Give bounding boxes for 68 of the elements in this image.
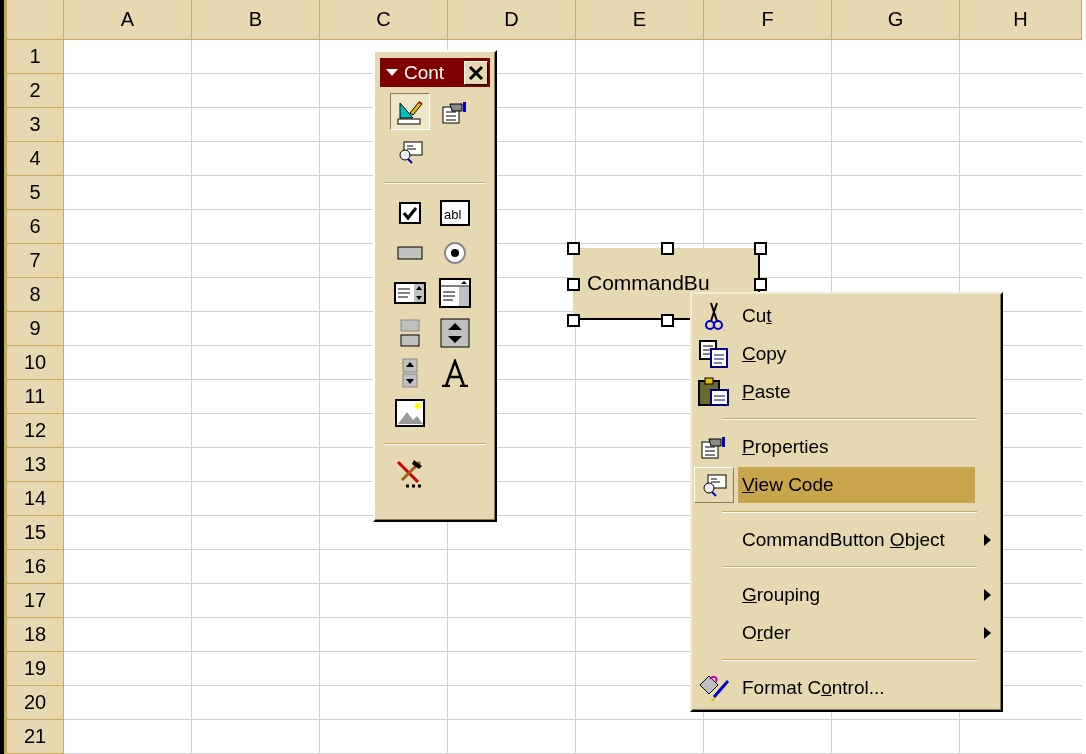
menu-item[interactable]: CommandButton Object (738, 522, 975, 558)
row-header[interactable]: 19 (7, 652, 64, 686)
column-header[interactable]: B (192, 0, 320, 40)
resize-handle[interactable] (661, 242, 674, 255)
row-header[interactable]: 12 (7, 414, 64, 448)
row-header[interactable]: 5 (7, 176, 64, 210)
menu-item[interactable]: Order (738, 615, 975, 651)
magnifier-form-icon (701, 472, 727, 498)
column-header[interactable]: A (64, 0, 192, 40)
resize-handle[interactable] (754, 278, 767, 291)
row-header[interactable]: 7 (7, 244, 64, 278)
icon-caption: abl (444, 206, 462, 222)
clipboard-icon (698, 377, 730, 407)
row-header[interactable]: 20 (7, 686, 64, 720)
combo-box-icon (439, 277, 471, 308)
resize-handle[interactable] (661, 314, 674, 327)
paint-brush-icon (698, 673, 730, 703)
close-icon (468, 64, 484, 81)
row-header[interactable]: 15 (7, 516, 64, 550)
column-header[interactable]: E (576, 0, 704, 40)
menu-item[interactable]: Copy (738, 336, 975, 372)
toolbar-title: Cont (404, 61, 445, 84)
ruler-pencil-icon (397, 98, 423, 125)
row-header[interactable]: 1 (7, 40, 64, 74)
row-header[interactable]: 11 (7, 380, 64, 414)
row-header[interactable]: 14 (7, 482, 64, 516)
letter-a-icon (440, 358, 470, 387)
resize-handle[interactable] (754, 242, 767, 255)
push-button-icon (397, 245, 423, 260)
column-header[interactable]: H (960, 0, 1082, 40)
menu-item[interactable]: Paste (738, 374, 975, 410)
menu-item[interactable]: Format Control... (738, 670, 975, 706)
toolbox-button[interactable]: abl (435, 194, 475, 231)
row-header[interactable]: 10 (7, 346, 64, 380)
row-header[interactable]: 3 (7, 108, 64, 142)
row-header[interactable]: 6 (7, 210, 64, 244)
checkbox-icon (399, 201, 421, 224)
scroll-bar-icon (440, 317, 470, 348)
column-header[interactable]: F (704, 0, 832, 40)
image-icon (395, 398, 425, 427)
row-header[interactable]: 8 (7, 278, 64, 312)
toggle-button-icon (399, 318, 421, 347)
column-header[interactable]: C (320, 0, 448, 40)
menu-item[interactable]: Properties (738, 429, 975, 465)
toolbox-button[interactable] (390, 93, 430, 130)
close-button[interactable] (464, 60, 488, 85)
row-header[interactable]: 18 (7, 618, 64, 652)
list-box-icon (394, 281, 426, 304)
row-header[interactable]: 9 (7, 312, 64, 346)
spin-button-icon (402, 357, 418, 388)
row-header[interactable]: 17 (7, 584, 64, 618)
menu-item[interactable]: Grouping (738, 577, 975, 613)
properties-icon (701, 434, 727, 460)
row-header[interactable]: 2 (7, 74, 64, 108)
resize-handle[interactable] (567, 314, 580, 327)
row-header[interactable]: 16 (7, 550, 64, 584)
row-header[interactable]: 21 (7, 720, 64, 754)
column-header[interactable]: G (832, 0, 960, 40)
copy-icon (699, 340, 729, 368)
dropdown-arrow-icon[interactable] (386, 68, 398, 77)
magnifier-form-icon (397, 138, 423, 165)
resize-handle[interactable] (567, 242, 580, 255)
column-header[interactable]: D (448, 0, 576, 40)
menu-item[interactable]: View Code (738, 467, 975, 503)
resize-handle[interactable] (567, 278, 580, 291)
row-header[interactable]: 13 (7, 448, 64, 482)
row-header[interactable]: 4 (7, 142, 64, 176)
radio-button-icon (443, 240, 467, 265)
